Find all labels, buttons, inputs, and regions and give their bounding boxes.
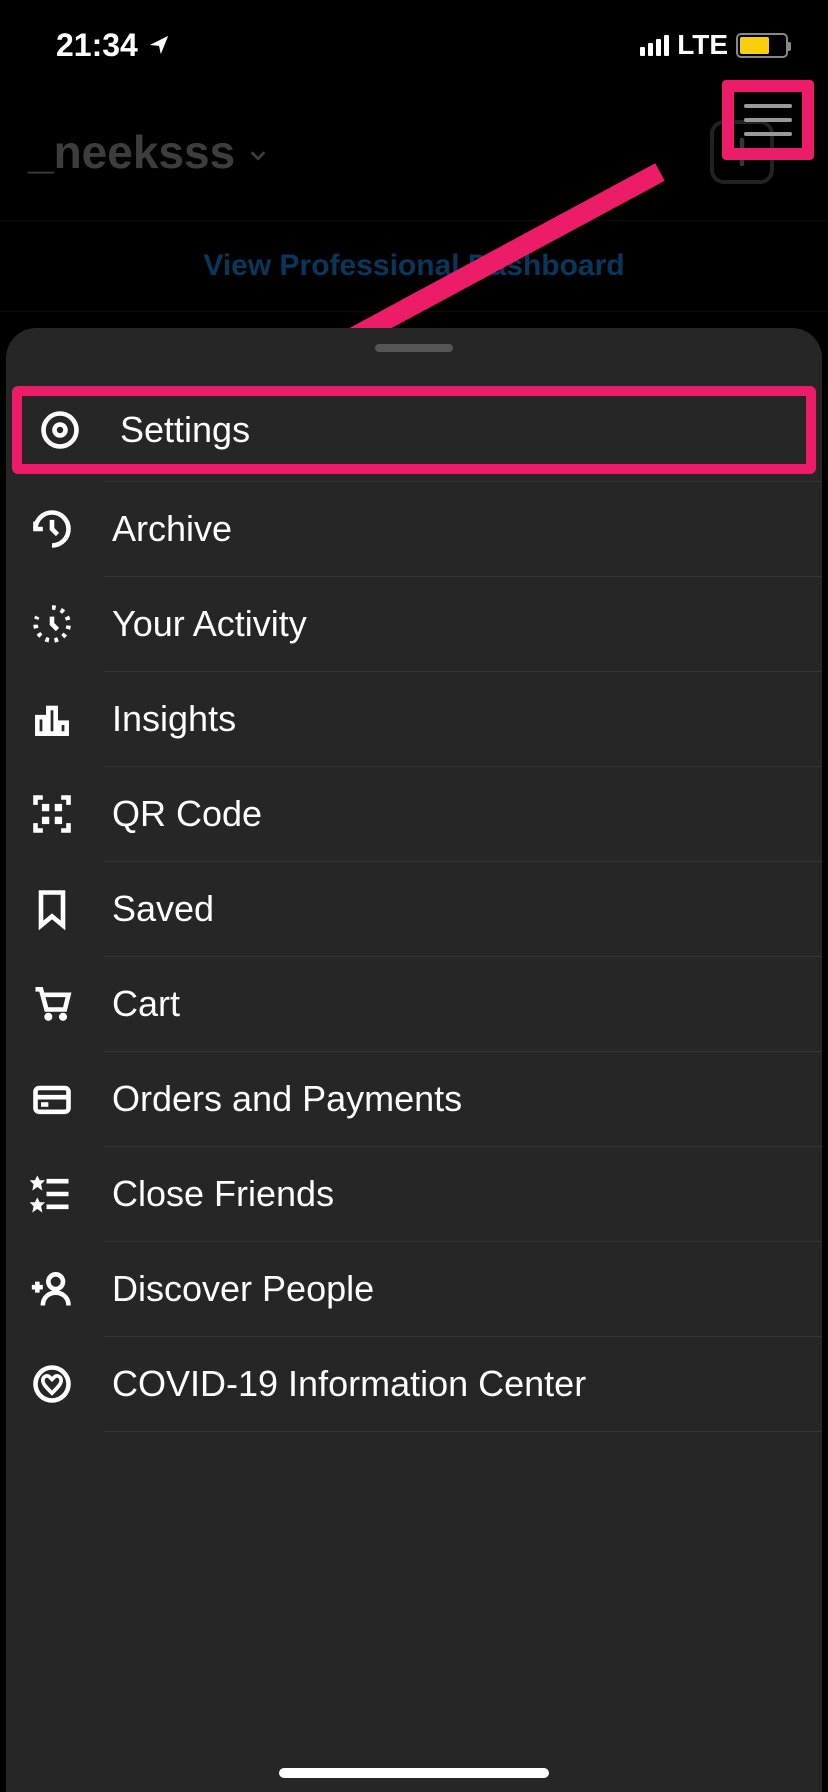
gear-icon xyxy=(38,408,82,452)
sheet-grabber[interactable] xyxy=(375,344,453,352)
bookmark-icon xyxy=(30,887,74,931)
menu-label-settings: Settings xyxy=(120,409,250,451)
menu-item-closefriends[interactable]: Close Friends xyxy=(6,1147,822,1241)
list-star-icon xyxy=(30,1172,74,1216)
menu-item-covid[interactable]: COVID-19 Information Center xyxy=(6,1337,822,1431)
username-label[interactable]: _neeksss xyxy=(28,125,235,179)
cart-icon xyxy=(30,982,74,1026)
menu-label-cart: Cart xyxy=(112,983,180,1025)
heart-circle-icon xyxy=(30,1362,74,1406)
qrcode-icon xyxy=(30,792,74,836)
menu-button-highlight xyxy=(722,80,814,160)
menu-item-cart[interactable]: Cart xyxy=(6,957,822,1051)
menu-label-archive: Archive xyxy=(112,508,232,550)
signal-icon xyxy=(640,35,669,56)
archive-icon xyxy=(30,507,74,551)
card-icon xyxy=(30,1077,74,1121)
menu-label-discover: Discover People xyxy=(112,1268,374,1310)
home-indicator[interactable] xyxy=(279,1768,549,1778)
menu-label-saved: Saved xyxy=(112,888,214,930)
location-icon xyxy=(148,34,170,56)
battery-icon xyxy=(736,33,788,58)
settings-highlight: Settings xyxy=(12,386,816,474)
menu-label-orders: Orders and Payments xyxy=(112,1078,462,1120)
add-person-icon xyxy=(30,1267,74,1311)
menu-button[interactable] xyxy=(734,92,802,148)
menu-item-orders[interactable]: Orders and Payments xyxy=(6,1052,822,1146)
insights-icon xyxy=(30,697,74,741)
menu-label-insights: Insights xyxy=(112,698,236,740)
menu-item-qrcode[interactable]: QR Code xyxy=(6,767,822,861)
chevron-down-icon xyxy=(247,144,269,166)
menu-item-insights[interactable]: Insights xyxy=(6,672,822,766)
menu-sheet: Settings Archive Your Activity Insights … xyxy=(6,328,822,1792)
menu-item-discover[interactable]: Discover People xyxy=(6,1242,822,1336)
menu-item-activity[interactable]: Your Activity xyxy=(6,577,822,671)
menu-label-qrcode: QR Code xyxy=(112,793,262,835)
menu-item-saved[interactable]: Saved xyxy=(6,862,822,956)
menu-item-settings[interactable]: Settings xyxy=(22,396,806,464)
menu-item-archive[interactable]: Archive xyxy=(6,482,822,576)
network-type: LTE xyxy=(677,29,728,61)
menu-label-activity: Your Activity xyxy=(112,603,307,645)
status-time: 21:34 xyxy=(56,27,138,64)
menu-label-covid: COVID-19 Information Center xyxy=(112,1363,586,1405)
menu-label-closefriends: Close Friends xyxy=(112,1173,334,1215)
status-bar: 21:34 LTE xyxy=(0,0,828,90)
activity-icon xyxy=(30,602,74,646)
